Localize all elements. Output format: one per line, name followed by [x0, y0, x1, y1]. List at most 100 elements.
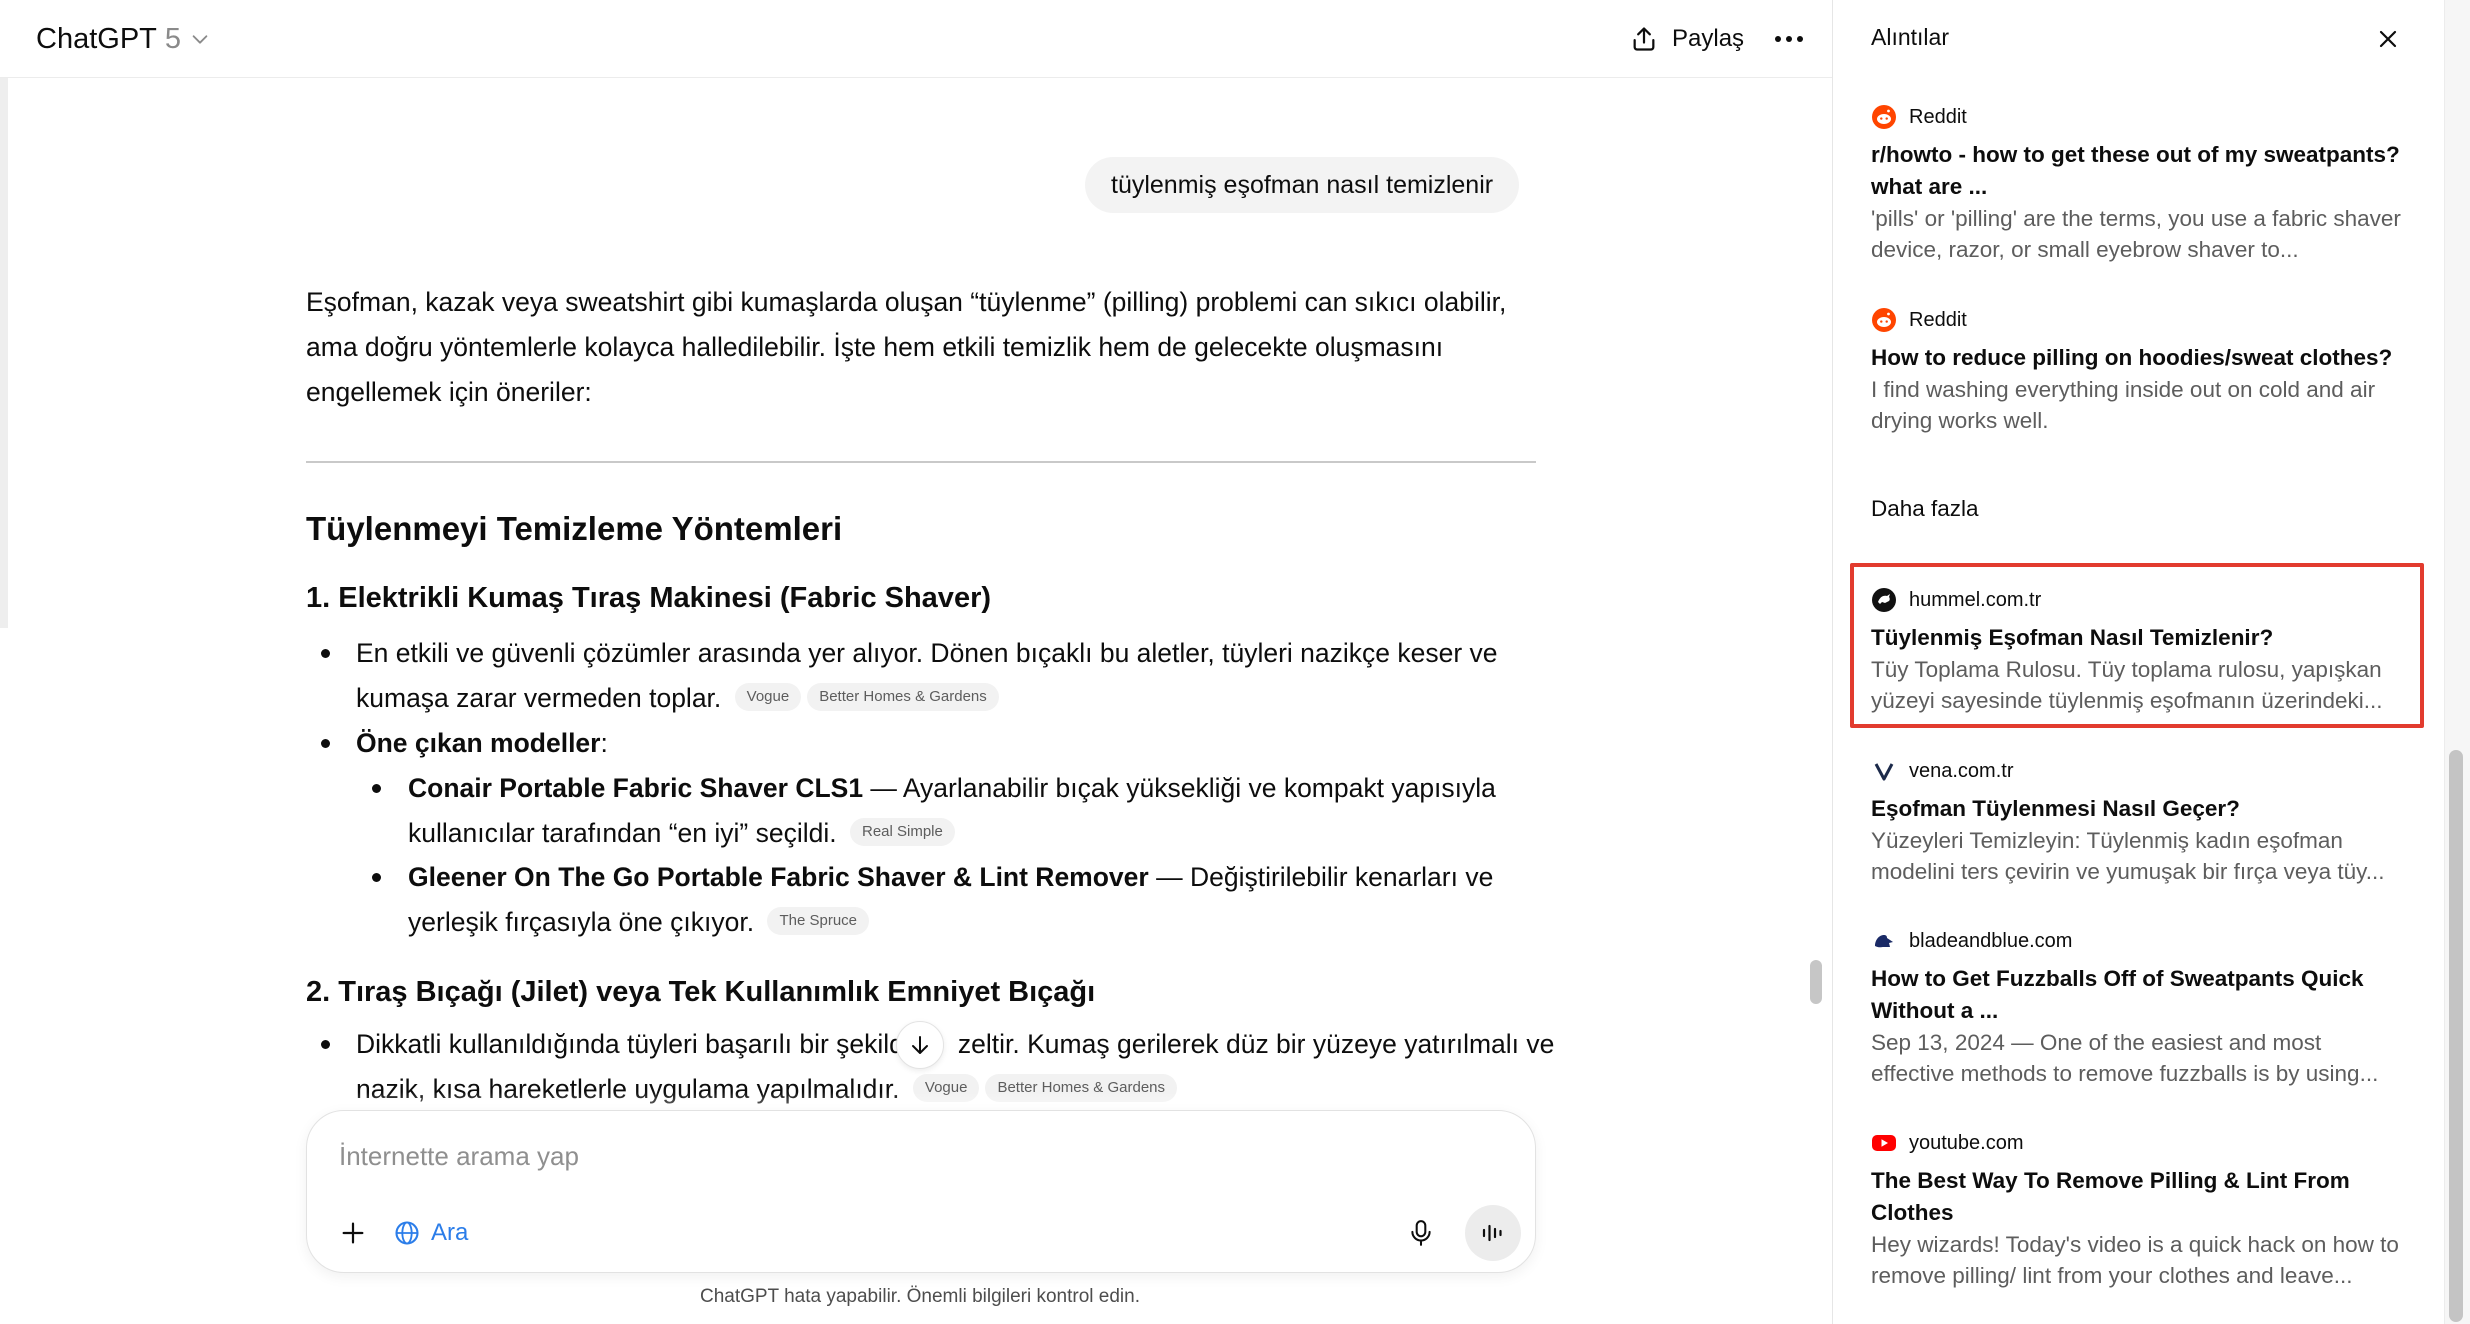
bullet-dot: [321, 739, 330, 748]
citation-title: Eşofman Tüylenmesi Nasıl Geçer?: [1871, 796, 2240, 821]
add-attachment-button[interactable]: [331, 1211, 375, 1255]
vena-icon: [1874, 763, 1894, 781]
panel-scrollbar-thumb[interactable]: [2449, 750, 2463, 1322]
bullet-text: En etkili ve güvenli çözümler arasında y…: [356, 638, 1498, 668]
intro-line-3: engellemek için öneriler:: [306, 377, 592, 407]
intro-line-1: Eşofman, kazak veya sweatshirt gibi kuma…: [306, 287, 1507, 317]
bullet-text-line-2: yerleşik fırçasıyla öne çıkıyor. The Spr…: [408, 900, 1536, 945]
user-message-bubble: tüylenmiş eşofman nasıl temizlenir: [1085, 157, 1520, 213]
citation-source: vena.com.tr: [1871, 757, 2401, 785]
bullet-bold-text: Gleener On The Go Portable Fabric Shaver…: [408, 862, 1149, 892]
bullet-dot: [321, 649, 330, 658]
chevron-down-icon: [192, 35, 208, 44]
voice-mode-button[interactable]: [1465, 1205, 1521, 1261]
web-search-toggle[interactable]: Ara: [393, 1211, 468, 1255]
bullet-text: — Değiştirilebilir kenarları ve: [1148, 862, 1494, 892]
share-icon: [1633, 27, 1655, 51]
reddit-icon: [1872, 105, 1896, 129]
model-item-conair: Conair Portable Fabric Shaver CLS1 — Aya…: [306, 766, 1536, 856]
more-options-button[interactable]: [1768, 22, 1810, 56]
app-window: ChatGPT 5 Paylaş tüylenmiş eşofman nasıl…: [0, 0, 2470, 1324]
citation-source: Reddit: [1871, 103, 2401, 131]
prompt-input[interactable]: [339, 1141, 1439, 1172]
bullet-text-line-2: kullanıcılar tarafından “en iyi” seçildi…: [408, 811, 1536, 856]
citation-source-name: bladeandblue.com: [1909, 929, 2073, 952]
youtube-icon: [1872, 1135, 1896, 1151]
citation-item[interactable]: hummel.com.tr Tüylenmiş Eşofman Nasıl Te…: [1871, 586, 2401, 716]
method-2-heading: 2. Tıraş Bıçağı (Jilet) veya Tek Kullanı…: [306, 976, 1096, 1008]
bullet-dot: [372, 784, 381, 793]
top-bar: ChatGPT 5 Paylaş: [0, 0, 1832, 78]
citation-item[interactable]: youtube.com The Best Way To Remove Pilli…: [1871, 1129, 2401, 1291]
disclaimer-text: ChatGPT hata yapabilir. Önemli bilgileri…: [699, 1286, 1141, 1307]
citation-snippet: 'pills' or 'pilling' are the terms, you …: [1871, 206, 2401, 262]
citation-item[interactable]: Reddit How to reduce pilling on hoodies/…: [1871, 306, 2401, 436]
citation-title: r/howto - how to get these out of my swe…: [1871, 142, 2400, 199]
citation-source-name: youtube.com: [1909, 1131, 2024, 1154]
model-item-gleener: Gleener On The Go Portable Fabric Shaver…: [306, 855, 1536, 945]
reddit-icon: [1872, 308, 1896, 332]
citation-source-name: Reddit: [1909, 308, 1967, 331]
chat-main: ChatGPT 5 Paylaş tüylenmiş eşofman nasıl…: [0, 0, 1832, 1324]
citation-title: The Best Way To Remove Pilling & Lint Fr…: [1871, 1168, 2350, 1225]
bullet-text-line: Dikkatli kullanıldığında tüyleri başarıl…: [356, 1022, 1554, 1067]
citation-snippet: Tüy Toplama Rulosu. Tüy toplama rulosu, …: [1871, 657, 2383, 713]
bullet-text: — Ayarlanabilir bıçak yüksekliği ve komp…: [863, 773, 1496, 803]
close-panel-button[interactable]: [2367, 18, 2409, 60]
citation-chip[interactable]: Better Homes & Gardens: [807, 683, 999, 711]
model-version: 5: [164, 22, 182, 55]
method-1-bullet-2: Öne çıkan modeller:: [306, 721, 1536, 766]
divider: [306, 461, 1536, 463]
citation-snippet: Hey wizards! Today's video is a quick ha…: [1871, 1232, 2399, 1288]
model-switcher[interactable]: ChatGPT 5: [36, 18, 211, 60]
bullet-text: :: [600, 728, 608, 758]
bullet-dot: [372, 873, 381, 882]
composer: Ara: [306, 1110, 1536, 1273]
sidebar-edge: [0, 78, 8, 628]
bladeandblue-icon: [1875, 935, 1893, 948]
bullet-text-line-2: kumaşa zarar vermeden toplar. Vogue Bette…: [356, 676, 1536, 721]
search-label: Ara: [431, 1219, 469, 1246]
citation-chip[interactable]: Real Simple: [849, 818, 955, 846]
citation-source: youtube.com: [1871, 1129, 2401, 1157]
bullet-text: kumaşa zarar vermeden toplar.: [356, 683, 722, 713]
plus-icon: [342, 1222, 364, 1244]
bullet-text: Dikkatli kullanıldığında tüyleri başarıl…: [356, 1029, 904, 1059]
voice-waveform-icon: [1482, 1224, 1502, 1242]
citation-snippet: I find washing everything inside out on …: [1871, 377, 2376, 433]
dictate-button[interactable]: [1399, 1211, 1443, 1255]
citation-item[interactable]: Reddit r/howto - how to get these out of…: [1871, 103, 2401, 265]
globe-icon: [395, 1221, 419, 1245]
citations-panel: Alıntılar Reddit r/howto - how to get th…: [1832, 0, 2444, 1324]
citation-chip[interactable]: Vogue: [734, 683, 802, 711]
citation-title: How to reduce pilling on hoodies/sweat c…: [1871, 345, 2393, 370]
assistant-intro: Eşofman, kazak veya sweatshirt gibi kuma…: [306, 280, 1536, 415]
citation-snippet: Sep 13, 2024 — One of the easiest and mo…: [1871, 1030, 2379, 1086]
citation-source-name: Reddit: [1909, 105, 1967, 128]
intro-line-2: ama doğru yöntemlerle kolayca halledileb…: [306, 332, 1444, 362]
citation-item[interactable]: bladeandblue.com How to Get Fuzzballs Of…: [1871, 927, 2401, 1089]
close-icon: [2379, 30, 2397, 48]
section-heading: Tüylenmeyi Temizleme Yöntemleri: [306, 510, 843, 547]
microphone-icon: [1411, 1220, 1431, 1246]
scroll-to-bottom-button[interactable]: [896, 1021, 944, 1069]
ellipsis-icon: [1775, 36, 1803, 42]
citation-title: Tüylenmiş Eşofman Nasıl Temizlenir?: [1871, 625, 2274, 650]
bullet-text: zeltir. Kumaş gerilerek düz bir yüzeye y…: [957, 1029, 1555, 1059]
chat-scrollbar[interactable]: [1810, 960, 1822, 1004]
citation-source: hummel.com.tr: [1871, 586, 2401, 614]
citation-item[interactable]: vena.com.tr Eşofman Tüylenmesi Nasıl Geç…: [1871, 757, 2401, 887]
app-name: ChatGPT: [36, 22, 157, 55]
method-1-bullet-1: En etkili ve güvenli çözümler arasında y…: [306, 631, 1536, 721]
method-1-heading: 1. Elektrikli Kumaş Tıraş Makinesi (Fabr…: [306, 582, 992, 614]
bullet-bold-text: Öne çıkan modeller: [356, 728, 601, 758]
hummel-icon: [1872, 588, 1896, 612]
bullet-text-line: Öne çıkan modeller:: [356, 721, 1536, 766]
citation-source: bladeandblue.com: [1871, 927, 2401, 955]
arrow-down-icon: [912, 1036, 928, 1054]
share-button[interactable]: Paylaş: [1630, 18, 1744, 60]
bullet-text: yerleşik fırçasıyla öne çıkıyor.: [408, 907, 755, 937]
panel-title: Alıntılar: [1871, 24, 1949, 50]
citation-chip[interactable]: The Spruce: [767, 907, 870, 935]
citation-snippet: Yüzeyleri Temizleyin: Tüylenmiş kadın eş…: [1871, 828, 2385, 884]
